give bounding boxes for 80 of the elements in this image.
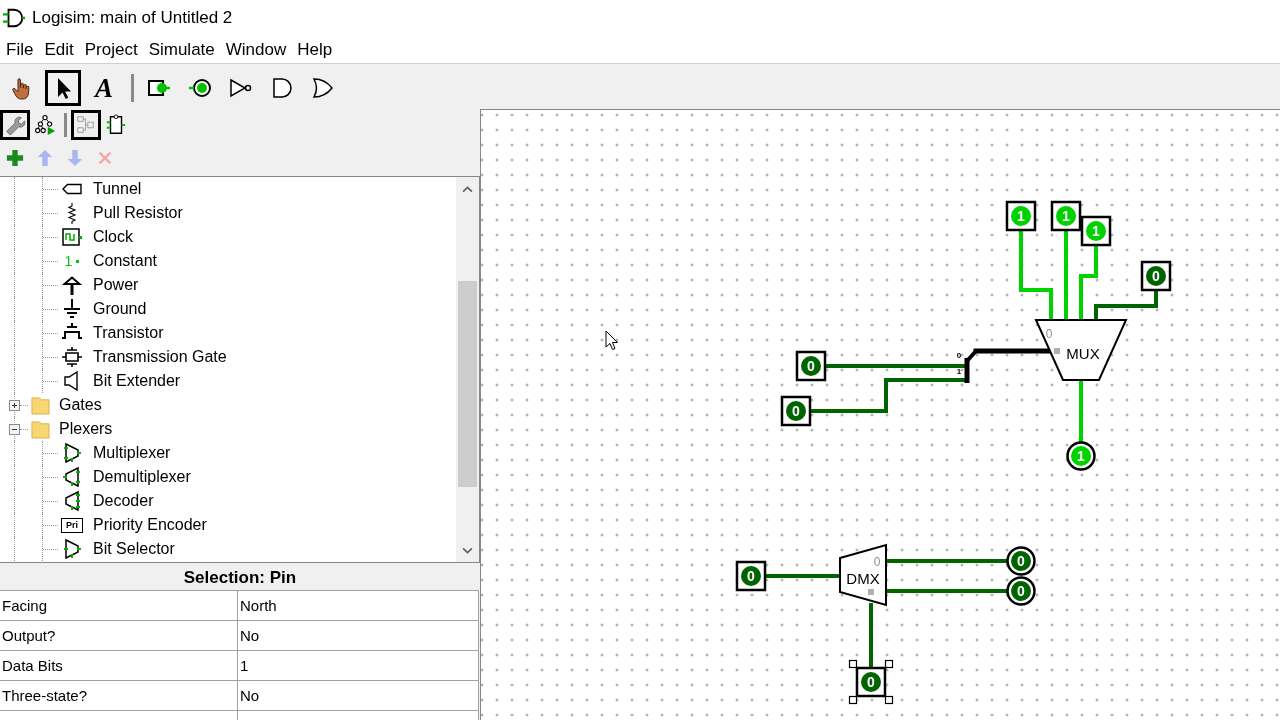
tree-item[interactable]: 1 Constant <box>61 250 161 272</box>
property-value[interactable]: No <box>238 681 478 710</box>
plus-icon <box>6 149 24 167</box>
property-value[interactable]: North <box>238 591 478 620</box>
tree-item[interactable]: Transistor <box>61 322 167 344</box>
input-pin: 0 <box>848 659 894 705</box>
output-pin: 0 <box>1006 576 1036 606</box>
transmission-gate-icon <box>61 346 83 368</box>
layout-icon <box>75 114 97 136</box>
tree-item[interactable]: Gates <box>31 394 105 416</box>
circuit-canvas[interactable]: 1 1 1 0 MUX 0 0 0 0 1 1 0 DMX 0 0 0 0 <box>480 109 1280 720</box>
gate-icon <box>3 7 25 29</box>
window-title: Logisim: main of Untitled 2 <box>32 8 233 28</box>
chip-icon <box>105 114 127 136</box>
property-name: Three-state? <box>0 681 238 710</box>
selection-title: Selection: Pin <box>182 566 298 589</box>
tree-item[interactable]: Demultiplexer <box>61 466 194 488</box>
property-name: Data Bits <box>0 651 238 680</box>
clock-icon <box>61 226 83 248</box>
menu-item[interactable]: File <box>0 39 39 60</box>
folder-icon <box>31 394 50 416</box>
tree-item[interactable]: Ground <box>61 298 150 320</box>
or-gate-icon <box>311 76 335 100</box>
multiplexer: MUX 0 <box>1034 319 1128 381</box>
demultiplexer: DMX 0 <box>839 543 887 607</box>
menu-item[interactable]: Help <box>291 39 338 60</box>
tree-item[interactable]: Pull Resistor <box>61 202 186 224</box>
input-pin: 1 <box>1005 200 1037 232</box>
x-icon <box>96 149 114 167</box>
priority-encoder-icon: Pri <box>61 517 83 533</box>
cursor-icon <box>605 330 618 350</box>
tree-item[interactable]: Transmission Gate <box>61 346 230 368</box>
tree-item[interactable]: Power <box>61 274 142 296</box>
output-pin-icon <box>188 76 212 100</box>
layout-view-button[interactable] <box>71 110 101 140</box>
tree-item[interactable]: Pri Priority Encoder <box>61 514 210 536</box>
splitter: 0 1 <box>956 349 978 383</box>
menu-item[interactable]: Simulate <box>142 39 220 60</box>
up-arrow-icon <box>36 149 54 167</box>
demultiplexer-icon <box>61 466 83 488</box>
property-value[interactable]: 1 <box>238 651 478 680</box>
ground-icon <box>61 298 83 320</box>
folder-icon <box>31 418 50 440</box>
chevron-down-icon <box>462 546 473 554</box>
output-pin: 1 <box>1066 441 1096 471</box>
tree-item[interactable]: Tunnel <box>61 178 145 200</box>
edit-circuit-button[interactable] <box>0 110 30 140</box>
wrench-icon <box>4 114 26 136</box>
down-arrow-icon <box>66 149 84 167</box>
and-gate-icon <box>270 76 294 100</box>
property-name: Facing <box>0 591 238 620</box>
output-pin: 0 <box>1006 546 1036 576</box>
tree-item[interactable]: Decoder <box>61 490 157 512</box>
input-pin: 0 <box>795 350 827 382</box>
not-gate-icon <box>229 76 253 100</box>
expand-icon[interactable] <box>9 399 20 411</box>
tree-item[interactable]: Clock <box>61 226 136 248</box>
property-value[interactable]: No <box>238 621 478 650</box>
menu-item[interactable]: Edit <box>38 39 79 60</box>
text-tool-button[interactable]: A <box>86 70 122 106</box>
select-tool-button[interactable] <box>45 70 81 106</box>
chevron-up-icon <box>462 185 473 193</box>
input-pin: 0 <box>780 395 812 427</box>
scrollbar-thumb[interactable] <box>458 281 477 487</box>
input-pin: 0 <box>1140 260 1172 292</box>
tree-icon <box>34 114 56 136</box>
input-pin: 1 <box>1080 215 1112 247</box>
collapse-icon[interactable] <box>9 423 20 435</box>
menu-item[interactable]: Window <box>219 39 292 60</box>
multiplexer-icon <box>61 442 83 464</box>
property-name: Output? <box>0 621 238 650</box>
power-icon <box>61 274 83 296</box>
bit-selector-icon <box>61 538 83 560</box>
tree-item[interactable]: Plexers <box>31 418 116 440</box>
tree-item[interactable]: Bit Selector <box>61 538 178 560</box>
tree-item[interactable]: Bit Extender <box>61 370 184 392</box>
input-pin: 0 <box>735 560 767 592</box>
menu-item[interactable]: Project <box>78 39 143 60</box>
tree-item[interactable]: Multiplexer <box>61 442 174 464</box>
input-pin: 1 <box>1050 200 1082 232</box>
